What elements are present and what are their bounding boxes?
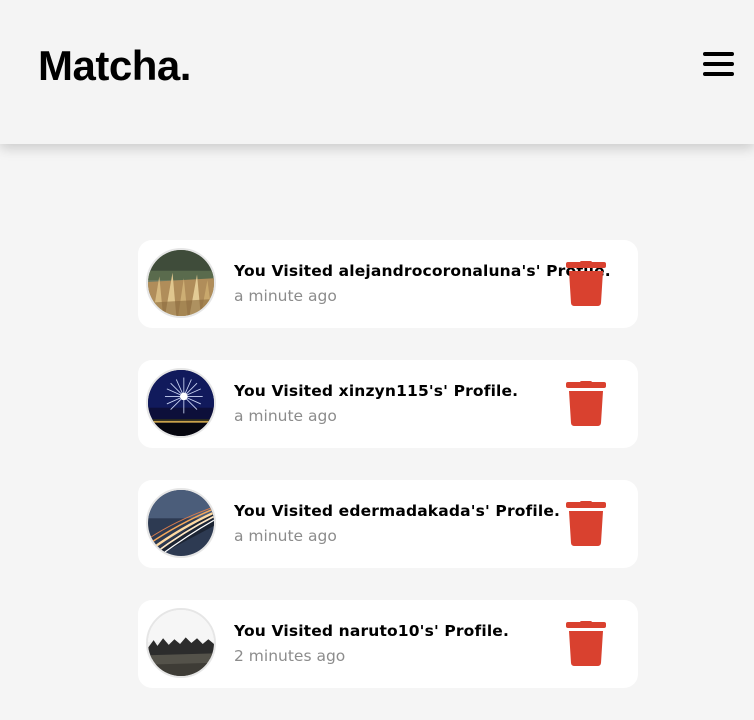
notification-text: You Visited xinzyn115's' Profile. — [234, 382, 519, 400]
wheat-field-avatar[interactable] — [146, 248, 216, 318]
notification-time: a minute ago — [234, 287, 337, 305]
trash-icon[interactable] — [565, 381, 607, 427]
light-trails-avatar[interactable] — [146, 488, 216, 558]
notification-time: a minute ago — [234, 407, 337, 425]
trash-icon[interactable] — [565, 621, 607, 667]
trash-icon[interactable] — [565, 261, 607, 307]
list-item: You Visited naruto10's' Profile. 2 minut… — [138, 600, 638, 688]
notification-time: 2 minutes ago — [234, 647, 346, 665]
hamburger-menu-icon[interactable] — [702, 50, 736, 78]
notification-text: You Visited naruto10's' Profile. — [234, 622, 510, 640]
app-logo[interactable]: Matcha. — [38, 38, 191, 94]
list-item: You Visited edermadakada's' Profile. a m… — [138, 480, 638, 568]
list-item: You Visited xinzyn115's' Profile. a minu… — [138, 360, 638, 448]
trash-icon[interactable] — [565, 501, 607, 547]
notification-time: a minute ago — [234, 527, 337, 545]
fireworks-avatar[interactable] — [146, 368, 216, 438]
notification-text: You Visited alejandrocoronaluna's' Profi… — [234, 262, 611, 280]
notification-text: You Visited edermadakada's' Profile. — [234, 502, 561, 520]
visit-history-list: You Visited alejandrocoronaluna's' Profi… — [138, 240, 638, 720]
forest-landscape-avatar[interactable] — [146, 608, 216, 678]
app-header: Matcha. — [0, 0, 754, 144]
list-item: You Visited alejandrocoronaluna's' Profi… — [138, 240, 638, 328]
